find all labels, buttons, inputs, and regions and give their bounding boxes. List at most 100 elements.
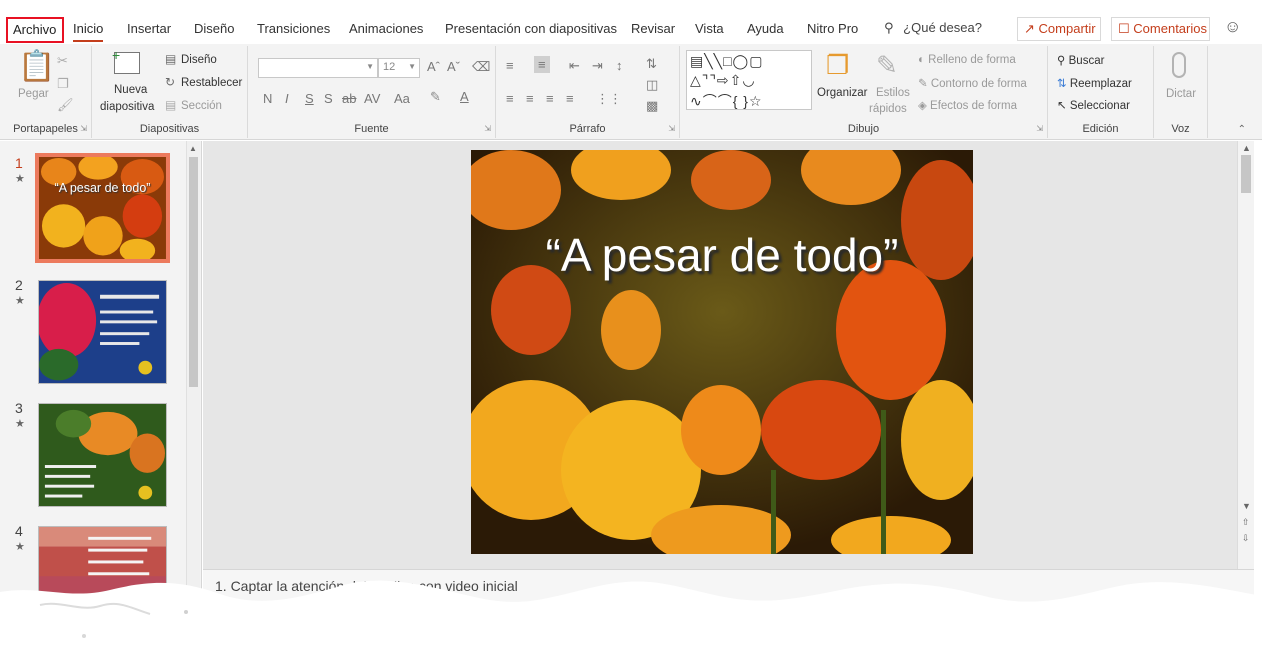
character-spacing-button[interactable]: AV	[364, 91, 380, 106]
share-label: Compartir	[1038, 21, 1096, 36]
paste-icon[interactable]: 📋	[18, 52, 55, 82]
numbering-icon[interactable]: ≡	[534, 56, 550, 73]
slide-title[interactable]: “A pesar de todo”	[471, 228, 973, 282]
tab-transiciones[interactable]: Transiciones	[257, 21, 330, 36]
slide-thumbnail-2[interactable]	[38, 280, 167, 384]
group-label-editing: Edición	[1082, 123, 1119, 135]
new-slide-label-1[interactable]: Nueva	[114, 84, 147, 96]
dialog-launcher-icon[interactable]: ⇲	[80, 124, 87, 133]
quick-styles-label-1[interactable]: Estilos	[876, 87, 910, 99]
tab-insertar[interactable]: Insertar	[127, 21, 171, 36]
quick-styles-icon[interactable]: ✎	[876, 52, 898, 78]
font-family-combo[interactable]: ▼	[258, 58, 378, 78]
decrease-indent-icon[interactable]: ⇤	[569, 58, 580, 74]
align-left-icon[interactable]: ≡	[506, 91, 514, 106]
highlight-icon[interactable]: ✎	[430, 89, 441, 105]
replace-label: Reemplazar	[1069, 78, 1132, 90]
strikethrough-button[interactable]: ab	[342, 91, 356, 106]
tab-ayuda[interactable]: Ayuda	[747, 21, 784, 36]
underline-button[interactable]: S	[305, 91, 314, 106]
tab-nitro-pro[interactable]: Nitro Pro	[807, 21, 858, 36]
italic-button[interactable]: I	[285, 91, 289, 106]
text-direction-icon[interactable]: ⇅	[646, 56, 657, 72]
reset-button[interactable]: Restablecer	[181, 77, 242, 89]
replace-button[interactable]: ⇅ Reemplazar	[1057, 76, 1132, 90]
share-button[interactable]: ↗ Compartir	[1017, 17, 1101, 41]
shapes-row-2: △⌝⌝⇨⇧◡	[690, 72, 756, 88]
shapes-row-1: ▤╲╲□◯▢	[690, 53, 764, 69]
shrink-font-icon[interactable]: Aˇ	[447, 59, 460, 74]
scrollbar-thumb[interactable]	[189, 157, 198, 387]
slide-thumbnail-4[interactable]	[38, 526, 167, 601]
scroll-up-icon[interactable]: ▲	[1242, 143, 1251, 153]
align-text-icon[interactable]: ◫	[646, 77, 658, 93]
change-case-button[interactable]: Aa	[394, 91, 410, 106]
thumbnails-scrollbar[interactable]: ▲	[186, 141, 200, 601]
collapse-ribbon-icon[interactable]: ⌃	[1238, 124, 1246, 135]
clear-format-icon[interactable]: ⌫	[472, 59, 490, 75]
select-button[interactable]: ↖ Seleccionar	[1057, 98, 1130, 112]
grow-font-icon[interactable]: Aˆ	[427, 59, 440, 74]
line-spacing-icon[interactable]: ↕	[616, 58, 623, 73]
dialog-launcher-icon[interactable]: ⇲	[1036, 124, 1043, 133]
find-button[interactable]: ⚲ Buscar	[1057, 53, 1104, 67]
arrange-label[interactable]: Organizar	[817, 87, 868, 99]
align-center-icon[interactable]: ≡	[526, 91, 534, 106]
shape-effects-button[interactable]: ◈ Efectos de forma	[918, 98, 1017, 112]
slide-number: 1	[15, 155, 23, 171]
animation-star-icon: ★	[15, 418, 25, 430]
group-label-font: Fuente	[354, 123, 389, 135]
tab-animaciones[interactable]: Animaciones	[349, 21, 423, 36]
scroll-up-icon[interactable]: ▲	[189, 144, 197, 153]
shape-outline-button[interactable]: ✎ Contorno de forma	[918, 76, 1027, 90]
tab-diseno[interactable]: Diseño	[194, 21, 234, 36]
tell-me-search[interactable]: ⚲ ¿Qué desea?	[884, 20, 982, 36]
dictate-label[interactable]: Dictar	[1166, 88, 1196, 100]
tab-presentacion[interactable]: Presentación con diapositivas	[445, 21, 617, 36]
paste-label[interactable]: Pegar	[18, 88, 49, 100]
slide-thumbnail-3[interactable]	[38, 403, 167, 507]
previous-slide-icon[interactable]: ⇧	[1242, 517, 1250, 528]
tab-revisar[interactable]: Revisar	[631, 21, 675, 36]
copy-icon[interactable]: ❐	[57, 77, 69, 90]
format-painter-icon[interactable]: 🖌	[57, 98, 74, 111]
dialog-launcher-icon[interactable]: ⇲	[484, 124, 491, 133]
dialog-launcher-icon[interactable]: ⇲	[668, 124, 675, 133]
font-size-combo[interactable]: 12 ▼	[378, 58, 420, 78]
feedback-smiley-icon[interactable]: ☺	[1224, 17, 1241, 37]
arrange-icon[interactable]: ❐	[826, 52, 849, 78]
justify-icon[interactable]: ≡	[566, 91, 574, 106]
microphone-icon[interactable]	[1172, 52, 1186, 78]
layout-button[interactable]: Diseño	[181, 54, 217, 66]
section-button[interactable]: Sección	[181, 100, 222, 112]
scrollbar-thumb[interactable]	[1241, 155, 1251, 193]
next-slide-icon[interactable]: ⇩	[1242, 533, 1250, 544]
tab-vista[interactable]: Vista	[695, 21, 724, 36]
notes-text[interactable]: 1. Captar la atención del público con vi…	[215, 578, 518, 594]
increase-indent-icon[interactable]: ⇥	[592, 58, 603, 74]
bold-button[interactable]: N	[263, 91, 272, 106]
slide-thumbnail-1[interactable]: “A pesar de todo”	[35, 153, 170, 263]
slide-number: 2	[15, 277, 23, 293]
group-paragraph: ≡ ≡ ⇤ ⇥ ↕ ⇅ ◫ ▩ ≡ ≡ ≡ ≡ ⋮⋮ Párrafo ⇲	[496, 46, 680, 138]
tab-archivo[interactable]: Archivo	[6, 17, 64, 43]
scroll-down-icon[interactable]: ▼	[1242, 501, 1251, 511]
font-color-button[interactable]: A	[460, 89, 469, 104]
notes-pane[interactable]: 1. Captar la atención del público con vi…	[203, 569, 1254, 609]
animation-star-icon: ★	[15, 295, 25, 307]
comments-button[interactable]: ☐ Comentarios	[1111, 17, 1210, 41]
smartart-icon[interactable]: ▩	[646, 98, 658, 114]
columns-icon[interactable]: ⋮⋮	[596, 91, 622, 107]
group-label-clipboard: Portapapeles	[13, 123, 78, 135]
shape-fill-button[interactable]: ◐ Relleno de forma	[918, 54, 1016, 66]
current-slide[interactable]: “A pesar de todo”	[471, 150, 973, 554]
shapes-gallery[interactable]: ▤╲╲□◯▢ △⌝⌝⇨⇧◡ ∿⌒⌒{ }☆	[686, 50, 812, 110]
tab-inicio[interactable]: Inicio	[73, 21, 104, 42]
quick-styles-label-2[interactable]: rápidos	[869, 103, 907, 115]
new-slide-label-2[interactable]: diapositiva	[100, 101, 154, 113]
align-right-icon[interactable]: ≡	[546, 91, 554, 106]
bullets-icon[interactable]: ≡	[506, 58, 514, 73]
editing-scrollbar[interactable]: ▲ ▼ ⇧ ⇩	[1237, 141, 1254, 569]
cut-icon[interactable]: ✂	[57, 54, 68, 67]
text-shadow-button[interactable]: S	[324, 91, 333, 106]
